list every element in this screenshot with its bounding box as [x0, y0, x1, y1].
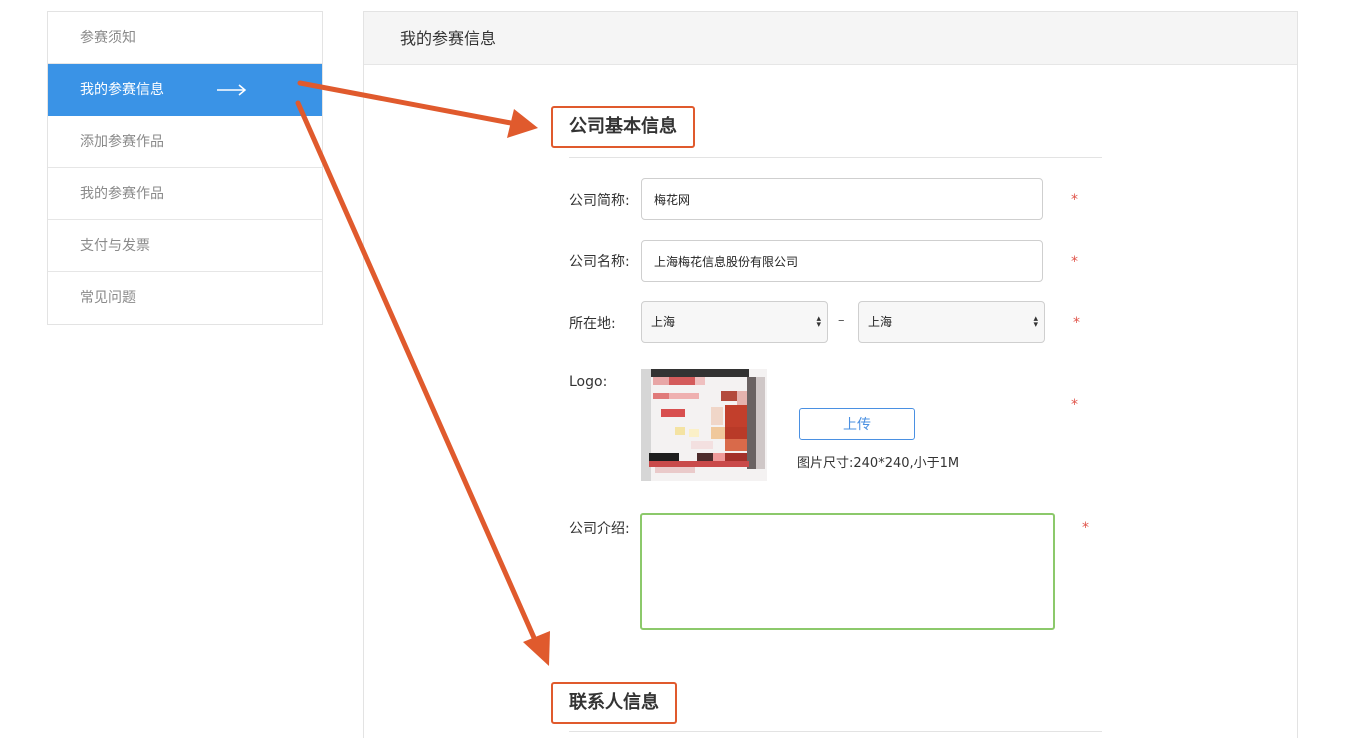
select-updown-icon: ▴ ▾: [1033, 313, 1038, 330]
sidebar-item-my-works[interactable]: 我的参赛作品: [48, 168, 322, 220]
full-name-input[interactable]: [641, 240, 1043, 282]
short-name-input[interactable]: [641, 178, 1043, 220]
city-select-value: 上海: [868, 315, 893, 329]
section-title-contact: 联系人信息: [551, 682, 677, 724]
sidebar-item-label: 添加参赛作品: [80, 134, 164, 150]
section-title-company: 公司基本信息: [551, 106, 695, 148]
sidebar-nav: 参赛须知 我的参赛信息 添加参赛作品 我的参赛作品 支付与发票 常见问题: [47, 11, 323, 325]
province-select-value: 上海: [651, 315, 676, 329]
sidebar-item-payment-invoice[interactable]: 支付与发票: [48, 220, 322, 272]
page-title: 我的参赛信息: [364, 12, 1297, 65]
upload-size-hint: 图片尺寸:240*240,小于1M: [797, 456, 960, 471]
location-separator: –: [838, 313, 845, 328]
company-intro-textarea[interactable]: [640, 513, 1055, 630]
logo-label: Logo:: [569, 374, 608, 390]
location-label: 所在地:: [569, 316, 616, 332]
province-select[interactable]: 上海 ▴ ▾: [641, 301, 828, 343]
arrow-right-icon: [217, 84, 247, 96]
short-name-label: 公司简称:: [569, 193, 630, 209]
page: 参赛须知 我的参赛信息 添加参赛作品 我的参赛作品 支付与发票 常见问题 我的参…: [0, 0, 1350, 738]
company-logo-image: [641, 369, 767, 481]
required-mark: *: [1073, 315, 1080, 331]
sidebar-item-add-work[interactable]: 添加参赛作品: [48, 116, 322, 168]
city-select[interactable]: 上海 ▴ ▾: [858, 301, 1045, 343]
sidebar-item-faq[interactable]: 常见问题: [48, 272, 322, 324]
required-mark: *: [1071, 397, 1078, 413]
select-updown-icon: ▴ ▾: [816, 313, 821, 330]
sidebar-item-label: 我的参赛作品: [80, 186, 164, 202]
full-name-label: 公司名称:: [569, 254, 630, 270]
required-mark: *: [1082, 520, 1089, 536]
section-divider: [569, 731, 1102, 732]
intro-label: 公司介绍:: [569, 521, 630, 537]
sidebar-item-label: 参赛须知: [80, 30, 136, 46]
sidebar-item-my-info[interactable]: 我的参赛信息: [48, 64, 322, 116]
sidebar-item-label: 我的参赛信息: [80, 82, 164, 98]
sidebar-item-rules[interactable]: 参赛须知: [48, 12, 322, 64]
upload-button[interactable]: 上传: [799, 408, 915, 440]
sidebar-item-label: 常见问题: [80, 290, 136, 306]
required-mark: *: [1071, 254, 1078, 270]
section-divider: [569, 157, 1102, 158]
sidebar-item-label: 支付与发票: [80, 238, 150, 254]
required-mark: *: [1071, 192, 1078, 208]
